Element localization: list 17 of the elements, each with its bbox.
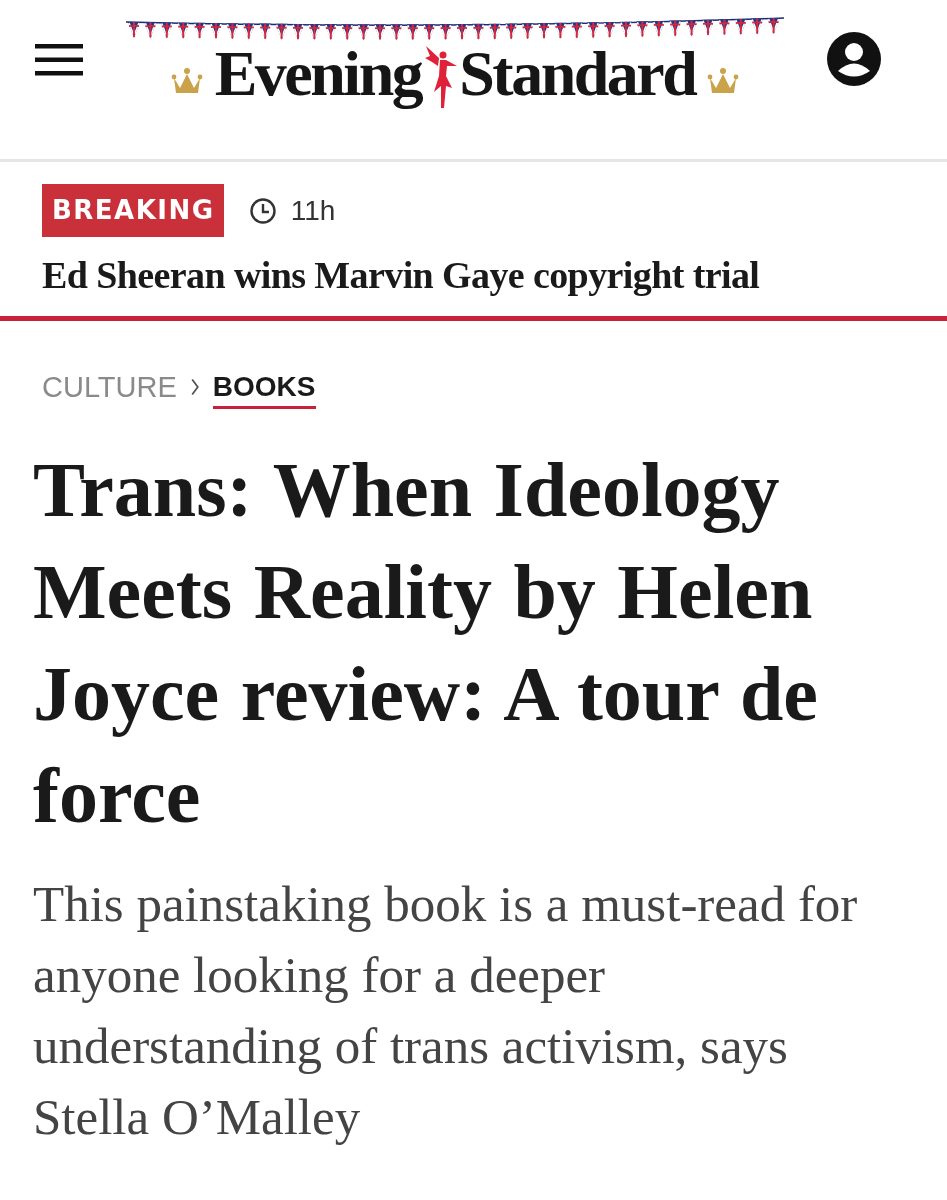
crown-icon xyxy=(707,66,740,96)
breaking-badge: BREAKING xyxy=(42,184,224,237)
logo-word: Standard xyxy=(459,42,696,106)
chevron-icon xyxy=(190,378,199,396)
article-headline: Trans: When Ideology Meets Reality by Helen Joyce review: A tour de force xyxy=(33,445,819,841)
menu-icon xyxy=(35,44,83,76)
winged-figure-icon xyxy=(424,44,459,110)
clock-icon xyxy=(249,197,276,224)
crown-icon xyxy=(170,66,203,96)
site-logo[interactable]: Evening Standard xyxy=(214,38,696,110)
menu-button[interactable] xyxy=(35,44,83,76)
account-icon xyxy=(827,32,881,86)
breaking-headline-link[interactable]: Ed Sheeran wins Marvin Gaye copyright trial xyxy=(42,253,905,297)
breadcrumb-link[interactable]: BOOKS xyxy=(212,371,316,409)
timestamp: 11h xyxy=(290,194,336,227)
article-standfirst: This painstaking book is a must-read for anyone looking for a deeper understanding of trans activism, says Stella O’Malley xyxy=(33,875,859,1147)
account-button[interactable] xyxy=(827,32,881,86)
